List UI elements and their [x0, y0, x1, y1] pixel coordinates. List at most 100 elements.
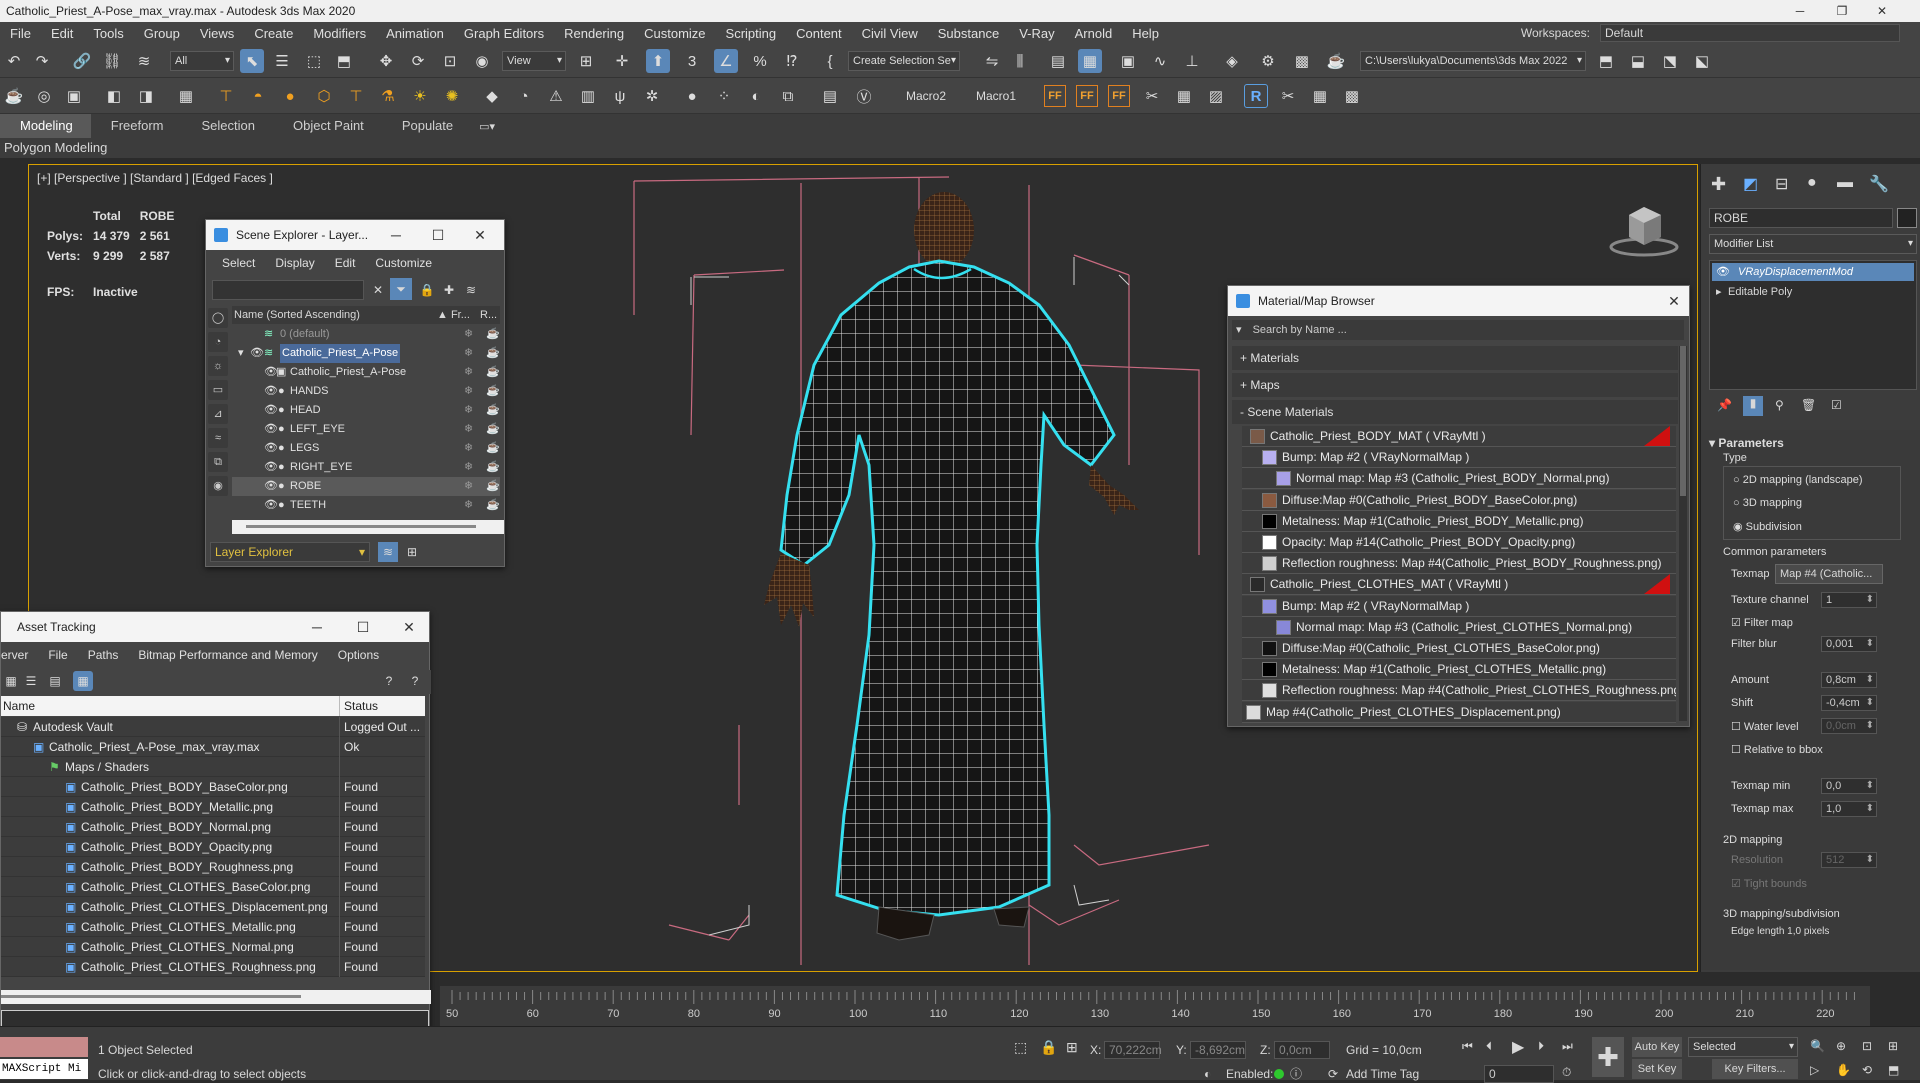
freeze-icon[interactable]: ❄	[464, 382, 473, 401]
menu-substance[interactable]: Substance	[928, 26, 1009, 41]
se-side-groups-icon[interactable]: ⧉	[208, 452, 228, 472]
tool-icon-1[interactable]: ✂	[1140, 84, 1164, 108]
modifier-list-dropdown[interactable]: Modifier List	[1709, 234, 1917, 254]
keyboard-shortcut-override-icon[interactable]: ⬆	[646, 49, 670, 73]
vray-mesh-light-icon[interactable]: ⬡	[312, 84, 336, 108]
mb-map-row[interactable]: Normal map: Map #3 (Catholic_Priest_BODY…	[1242, 468, 1676, 490]
rollout-title[interactable]: ▾ Parameters	[1709, 436, 1784, 450]
se-menu-display[interactable]: Display	[265, 256, 324, 270]
mb-map-row[interactable]: Reflection roughness: Map #4(Catholic_Pr…	[1242, 553, 1676, 575]
mb-close-button[interactable]: ✕	[1654, 286, 1694, 316]
texture-channel-spinner[interactable]: 1	[1821, 592, 1877, 608]
at-row[interactable]: ▣ Catholic_Priest_CLOTHES_BaseColor.png …	[1, 877, 425, 897]
se-menu-edit[interactable]: Edit	[325, 256, 366, 270]
box-icon[interactable]: ▣	[62, 84, 86, 108]
mb-scrollbar[interactable]	[1679, 346, 1687, 721]
freeze-icon[interactable]: ❄	[464, 401, 473, 420]
unlink-icon[interactable]: ⛓	[100, 49, 124, 73]
motion-tab-icon[interactable]: ●	[1807, 174, 1817, 192]
freeze-icon[interactable]: ❄	[464, 344, 473, 363]
selection-lock-icon[interactable]: 🔒	[1040, 1039, 1057, 1056]
freeze-icon[interactable]: ❄	[464, 477, 473, 496]
menu-create[interactable]: Create	[244, 26, 303, 41]
shift-spinner[interactable]: -0,4cm	[1821, 695, 1877, 711]
at-row[interactable]: ▣ Catholic_Priest_CLOTHES_Metallic.png F…	[1, 917, 425, 937]
mb-search-input[interactable]: ▾ Search by Name ...	[1232, 320, 1684, 340]
modifier-eye-icon[interactable]: 👁	[1716, 263, 1730, 281]
vray-convert-icon[interactable]: ⧉	[776, 84, 800, 108]
render-teapot-icon[interactable]: ☕	[486, 439, 500, 458]
mb-category-scene-materials[interactable]: - Scene Materials	[1232, 400, 1678, 424]
se-row-layer-catholic-priest[interactable]: ▾ 👁 ≋ Catholic_Priest_A-Pose ❄ ☕	[232, 344, 500, 363]
freeze-icon[interactable]: ❄	[464, 325, 473, 344]
mb-category-maps[interactable]: + Maps	[1232, 373, 1678, 397]
add-time-tag-button[interactable]: Add Time Tag	[1346, 1067, 1419, 1081]
vray-sphere-fade-icon[interactable]: ◔	[512, 84, 536, 108]
menu-content[interactable]: Content	[786, 26, 852, 41]
goto-start-icon[interactable]: ⏮	[1462, 1039, 1473, 1054]
se-layers-icon[interactable]: ≋	[462, 280, 480, 300]
tool-icon-4[interactable]: ✂	[1276, 84, 1300, 108]
at-view-icon-1[interactable]: ▦	[1, 671, 21, 691]
se-row-object-selected[interactable]: 👁 ● ROBE ❄ ☕	[232, 477, 500, 496]
vray-clipper-icon[interactable]: ▥	[576, 84, 600, 108]
tool-icon-6[interactable]: ▩	[1340, 84, 1364, 108]
se-side-lights-icon[interactable]: ☼	[208, 356, 228, 376]
tool-icon-3[interactable]: ▨	[1204, 84, 1228, 108]
se-col-frozen[interactable]: ▲ Fr...	[437, 306, 470, 324]
menu-customize[interactable]: Customize	[634, 26, 715, 41]
se-filter-icon[interactable]: ⏷	[390, 278, 412, 300]
menu-views[interactable]: Views	[190, 26, 244, 41]
tab-modeling[interactable]: Modeling	[0, 114, 91, 138]
toggle-ribbon-icon[interactable]: ▣	[1116, 49, 1140, 73]
vray-dome-light-icon[interactable]: ◓	[246, 84, 270, 108]
at-minimize-button[interactable]: ─	[297, 612, 337, 642]
radio-3d-mapping[interactable]: ○ 3D mapping	[1733, 497, 1802, 509]
se-row-object[interactable]: 👁 ▣ Catholic_Priest_A-Pose ❄ ☕	[232, 363, 500, 382]
visibility-eye-icon[interactable]: 👁	[264, 439, 278, 458]
se-row-object[interactable]: 👁 ● HEAD ❄ ☕	[232, 401, 500, 420]
project-icon-4[interactable]: ⬕	[1690, 49, 1714, 73]
curve-editor-icon[interactable]: ∿	[1148, 49, 1172, 73]
visibility-eye-icon[interactable]: 👁	[264, 420, 278, 439]
se-col-name[interactable]: Name (Sorted Ascending)	[234, 306, 360, 324]
viewcube-icon[interactable]	[1609, 201, 1679, 257]
time-config-icon[interactable]: ⏱	[1562, 1065, 1571, 1080]
se-col-render[interactable]: R...	[480, 306, 497, 324]
vray-ies-light-icon[interactable]: ⊤	[344, 84, 368, 108]
toggle-scene-explorer-icon[interactable]: ▤	[1046, 49, 1070, 73]
move-icon[interactable]: ✥	[374, 49, 398, 73]
se-menu-customize[interactable]: Customize	[365, 256, 442, 270]
select-by-name-icon[interactable]: ☰	[270, 49, 294, 73]
object-props2-icon[interactable]: ◨	[134, 84, 158, 108]
se-side-helpers-icon[interactable]: ⊿	[208, 404, 228, 424]
at-row[interactable]: ⛁ Autodesk Vault Logged Out ...	[1, 717, 425, 737]
mb-options-icon[interactable]: ▾	[1236, 324, 1242, 336]
head-mesh[interactable]	[914, 192, 974, 268]
resolution-spinner[interactable]: 512	[1821, 852, 1877, 868]
menu-file[interactable]: File	[0, 26, 41, 41]
se-close-button[interactable]: ✕	[460, 220, 500, 250]
se-row-object[interactable]: 👁 ● HANDS ❄ ☕	[232, 382, 500, 401]
vray-proxy-icon[interactable]: ◆	[480, 84, 504, 108]
key-filter-selection-dropdown[interactable]: Selected	[1688, 1037, 1798, 1057]
at-row[interactable]: ▣ Catholic_Priest_BODY_BaseColor.png Fou…	[1, 777, 425, 797]
rotate-icon[interactable]: ⟳	[406, 49, 430, 73]
percent-snap-icon[interactable]: %	[748, 49, 772, 73]
select-manipulate-icon[interactable]: ✛	[610, 49, 634, 73]
mb-map-row[interactable]: Map #4(Catholic_Priest_CLOTHES_Displacem…	[1242, 701, 1676, 723]
maximize-viewport-icon[interactable]: ⬒	[1888, 1063, 1899, 1077]
freeze-icon[interactable]: ❄	[464, 420, 473, 439]
workspaces-dropdown[interactable]: Default	[1600, 24, 1900, 42]
schematic-view-icon[interactable]: ⊥	[1180, 49, 1204, 73]
se-side-geometry-icon[interactable]: ◯	[208, 308, 228, 328]
at-view-icon-3[interactable]: ▤	[45, 671, 65, 691]
se-row-object[interactable]: 👁 ● RIGHT_EYE ❄ ☕	[232, 458, 500, 477]
menu-modifiers[interactable]: Modifiers	[303, 26, 376, 41]
menu-vray[interactable]: V-Ray	[1009, 26, 1064, 41]
se-lock-icon[interactable]: 🔒	[418, 280, 436, 300]
se-minimize-button[interactable]: ─	[376, 220, 416, 250]
texmap-button[interactable]: Map #4 (Catholic...	[1775, 564, 1883, 584]
info-icon[interactable]: ⓘ	[1290, 1065, 1302, 1082]
align-icon[interactable]: ⫼	[1008, 49, 1032, 73]
